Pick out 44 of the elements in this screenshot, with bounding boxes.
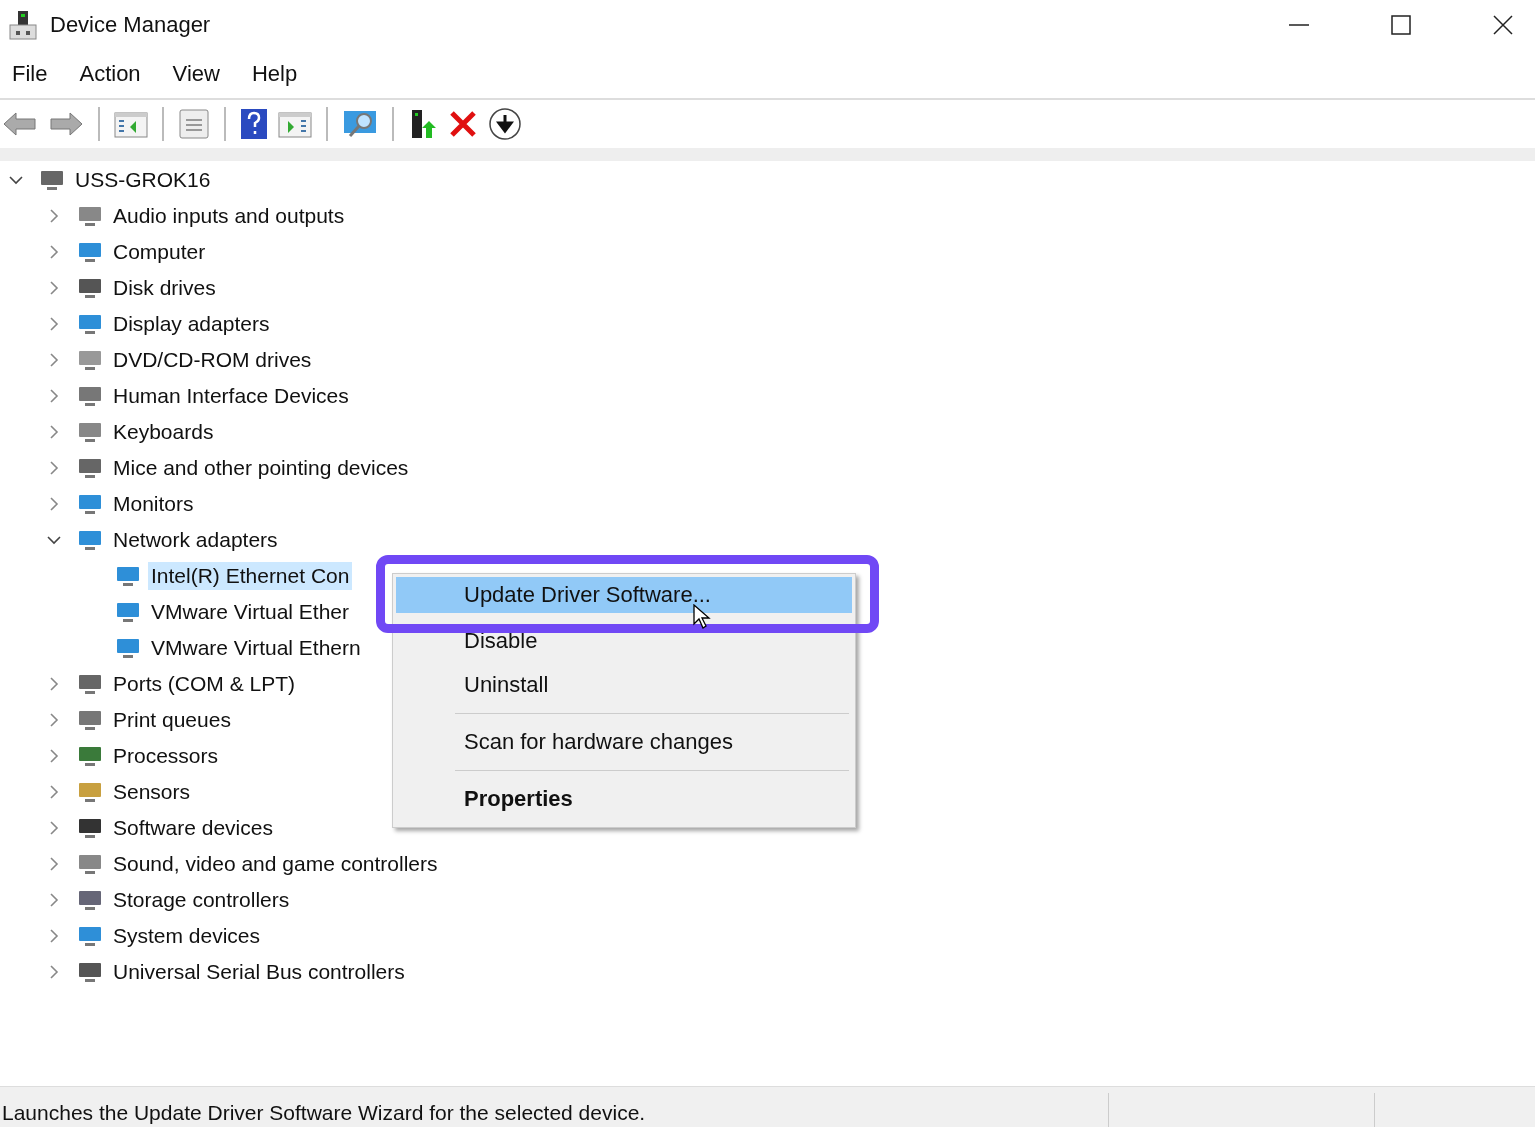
tree-item[interactable]: Software devices xyxy=(110,814,276,842)
tree-item[interactable]: Ports (COM & LPT) xyxy=(110,670,299,698)
tree-item[interactable]: Intel(R) Ethernet Con xyxy=(148,562,353,590)
tree-item[interactable]: Human Interface Devices xyxy=(110,382,352,410)
tree-item[interactable]: Network adapters xyxy=(110,526,281,554)
tree-item[interactable]: Print queues xyxy=(110,706,234,734)
tree-item[interactable]: Processors xyxy=(110,742,222,770)
tree-item[interactable]: VMware Virtual Ether xyxy=(148,598,353,626)
maximize-icon[interactable] xyxy=(1389,13,1413,37)
tree-item[interactable]: Storage controllers xyxy=(110,886,293,914)
tree-item[interactable]: Computer xyxy=(110,238,209,266)
tree-item[interactable]: Monitors xyxy=(110,490,197,518)
download-icon[interactable] xyxy=(488,107,522,141)
panel-toggle-icon[interactable] xyxy=(278,109,312,139)
status-text: Launches the Update Driver Software Wizard for the selected device. xyxy=(2,1101,647,1126)
tree-item[interactable]: Sensors xyxy=(110,778,194,806)
tree-item[interactable]: VMware Virtual Ethern xyxy=(148,634,364,662)
tree-item[interactable]: Display adapters xyxy=(110,310,273,338)
menu-item[interactable]: Update Driver Software... xyxy=(396,577,852,613)
tree-item[interactable]: USS-GROK16 xyxy=(72,166,214,194)
menu-item[interactable]: View xyxy=(172,61,220,87)
app-icon xyxy=(8,9,38,41)
window-title: Device Manager xyxy=(50,12,211,38)
properties-icon[interactable] xyxy=(178,108,210,140)
tree-item[interactable]: Mice and other pointing devices xyxy=(110,454,412,482)
menu-item[interactable]: File xyxy=(12,61,48,87)
menu-item[interactable]: Help xyxy=(251,61,298,87)
menu-item[interactable]: Scan for hardware changes xyxy=(396,720,852,764)
tree-item[interactable]: Disk drives xyxy=(110,274,219,302)
tree-item[interactable]: Universal Serial Bus controllers xyxy=(110,958,408,986)
tree-item[interactable]: System devices xyxy=(110,922,264,950)
menu-item[interactable]: Uninstall xyxy=(396,663,852,707)
tree-item[interactable]: DVD/CD-ROM drives xyxy=(110,346,315,374)
delete-icon[interactable] xyxy=(448,109,478,139)
close-icon[interactable] xyxy=(1491,13,1515,37)
panel-toggle-icon[interactable] xyxy=(114,109,148,139)
tree-item[interactable]: Audio inputs and outputs xyxy=(110,202,348,230)
menu-item[interactable]: Action xyxy=(79,61,141,87)
help-icon[interactable] xyxy=(240,108,268,140)
monitor-magnifier-icon[interactable] xyxy=(342,108,378,140)
pointer-cursor-icon xyxy=(693,604,711,630)
tree-item[interactable]: Keyboards xyxy=(110,418,217,446)
menu-item[interactable]: Properties xyxy=(396,777,852,821)
tree-item[interactable]: Sound, video and game controllers xyxy=(110,850,441,878)
